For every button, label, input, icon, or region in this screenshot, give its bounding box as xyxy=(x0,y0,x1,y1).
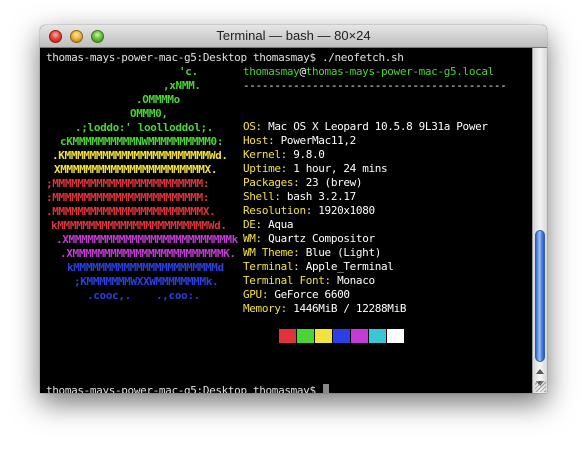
info-value: 1 hour, 24 mins xyxy=(293,162,388,175)
logo-line: ;KMMMMMMMWXXWMMMMMMMMk. xyxy=(74,275,219,288)
info-line: Terminal Font: Monaco xyxy=(243,274,375,288)
info-value: 1446MiB / 12288MiB xyxy=(293,302,407,315)
logo-line: .MMMMMMMMMMMMMMMMMMMMMMMMX. xyxy=(46,205,216,218)
logo-line: cKMMMMMMMMMMNWMMMMMMMMMM0: xyxy=(60,135,224,148)
info-key: Terminal Font: xyxy=(243,274,331,287)
info-line: WM: Quartz Compositor xyxy=(243,232,375,246)
terminal-output[interactable]: thomas-mays-power-mac-g5:Desktop thomasm… xyxy=(40,48,532,393)
info-line: DE: Aqua xyxy=(243,218,294,232)
color-swatch xyxy=(333,329,350,343)
info-key: Uptime: xyxy=(243,162,287,175)
info-line: Memory: 1446MiB / 12288MiB xyxy=(243,302,406,316)
info-key: OS: xyxy=(243,120,262,133)
info-value: Blue (Light) xyxy=(305,246,382,259)
color-swatch xyxy=(297,329,314,343)
title-bar[interactable]: Terminal — bash — 80×24 xyxy=(40,25,547,48)
info-line: WM Theme: Blue (Light) xyxy=(243,246,381,260)
command-prompt-line: thomas-mays-power-mac-g5:Desktop thomasm… xyxy=(46,51,404,64)
color-swatch xyxy=(279,329,296,343)
info-key: Memory: xyxy=(243,302,287,315)
logo-line: .XMMMMMMMMMMMMMMMMMMMMMMMMMMk xyxy=(56,233,238,246)
info-value: PowerMac11,2 xyxy=(280,134,357,147)
info-line: Host: PowerMac11,2 xyxy=(243,134,356,148)
info-key: WM: xyxy=(243,232,262,245)
logo-line: 'c. xyxy=(179,65,198,78)
info-line: Kernel: 9.8.0 xyxy=(243,148,325,162)
color-swatch xyxy=(369,329,386,343)
user-host-line: thomasmay@thomas-mays-power-mac-g5.local xyxy=(243,65,494,79)
info-value: 9.8.0 xyxy=(293,148,325,161)
logo-line: kMMMMMMMMMMMMMMMMMMMMMMMMWd. xyxy=(51,219,227,232)
info-line: Terminal: Apple_Terminal xyxy=(243,260,394,274)
final-prompt-line: thomas-mays-power-mac-g5:Desktop thomasm… xyxy=(46,384,316,393)
info-line: OS: Mac OS X Leopard 10.5.8 9L31a Power xyxy=(243,120,488,134)
info-key: Resolution: xyxy=(243,204,312,217)
final-prompt: thomas-mays-power-mac-g5:Desktop thomasm… xyxy=(46,384,316,393)
info-line: Shell: bash 3.2.17 xyxy=(243,190,356,204)
info-value: Monaco xyxy=(337,274,375,287)
window-title: Terminal — bash — 80×24 xyxy=(216,28,371,43)
color-swatch xyxy=(387,329,404,343)
info-value: 23 (brew) xyxy=(305,176,363,189)
resize-grip-icon[interactable] xyxy=(535,381,546,392)
logo-line: ,xNMM. xyxy=(163,79,201,92)
scrollbar-thumb[interactable] xyxy=(535,230,545,362)
logo-line: .OMMMMo xyxy=(136,93,180,106)
logo-line: .XMMMMMMMMMMMMMMMMMMMMMMMMK. xyxy=(60,247,236,260)
info-key: WM Theme: xyxy=(243,246,300,259)
host-name: thomas-mays-power-mac-g5.local xyxy=(305,65,495,78)
info-key: GPU: xyxy=(243,288,269,301)
info-line: Uptime: 1 hour, 24 mins xyxy=(243,162,388,176)
info-value: Quartz Compositor xyxy=(268,232,375,245)
scroll-up-icon[interactable] xyxy=(536,369,544,374)
logo-line: .KMMMMMMMMMMMMMMMMMMMMMMMWd. xyxy=(52,149,228,162)
logo-line: :MMMMMMMMMMMMMMMMMMMMMMMM: xyxy=(46,191,210,204)
info-value: 1920x1080 xyxy=(318,204,375,217)
text-cursor xyxy=(323,384,329,393)
logo-line: XMMMMMMMMMMMMMMMMMMMMMMMX. xyxy=(54,163,218,176)
info-key: Host: xyxy=(243,134,275,147)
logo-line: .;loddo:' loolloddol;. xyxy=(75,121,213,134)
info-key: DE: xyxy=(243,218,262,231)
info-key: Packages: xyxy=(243,176,300,189)
info-value: Apple_Terminal xyxy=(305,260,394,273)
info-key: Kernel: xyxy=(243,148,287,161)
vertical-scrollbar[interactable] xyxy=(532,48,547,393)
separator-line: ----------------------------------------… xyxy=(243,79,507,92)
logo-line: OMMM0, xyxy=(130,107,168,120)
info-key: Shell: xyxy=(243,190,281,203)
info-value: Aqua xyxy=(268,218,294,231)
logo-line: .cooc,. .,coo:. xyxy=(87,289,200,302)
logo-line: kMMMMMMMMMMMMMMMMMMMMMMMd xyxy=(67,261,224,274)
terminal-window: Terminal — bash — 80×24 thomas-mays-powe… xyxy=(40,25,547,393)
color-swatch xyxy=(351,329,368,343)
info-line: Packages: 23 (brew) xyxy=(243,176,363,190)
info-key: Terminal: xyxy=(243,260,300,273)
info-value: GeForce 6600 xyxy=(274,288,350,301)
user-name: thomasmay xyxy=(243,65,300,78)
info-line: Resolution: 1920x1080 xyxy=(243,204,375,218)
color-swatch xyxy=(315,329,332,343)
info-value: Mac OS X Leopard 10.5.8 9L31a Power xyxy=(268,120,488,133)
info-value: bash 3.2.17 xyxy=(286,190,356,203)
logo-line: ;MMMMMMMMMMMMMMMMMMMMMMMM: xyxy=(46,177,210,190)
info-line: GPU: GeForce 6600 xyxy=(243,288,350,302)
color-swatch xyxy=(261,329,278,343)
